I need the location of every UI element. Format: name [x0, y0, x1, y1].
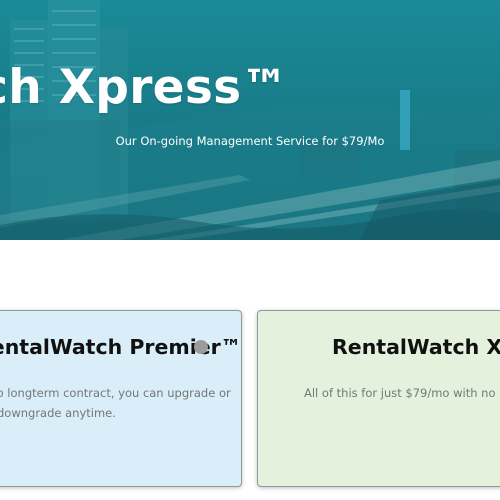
- hero-subtitle: Our On-going Management Service for $79/…: [115, 134, 385, 148]
- page: RentalWatch Xpress™ Our On-going Managem…: [0, 0, 500, 500]
- info-dot-icon[interactable]: [194, 340, 208, 354]
- plan-card-xpress[interactable]: RentalWatch Xpress™ All of this for just…: [257, 310, 500, 487]
- hero-banner: RentalWatch Xpress™ Our On-going Managem…: [0, 0, 500, 240]
- plan-card-premier-text-line1: No longterm contract, you can upgrade or: [0, 386, 231, 400]
- plan-card-xpress-text-line1: All of this for just $79/mo with no long…: [304, 386, 500, 400]
- plan-card-xpress-title: RentalWatch Xpress™: [332, 335, 500, 359]
- hero-title-clip: RentalWatch Xpress™: [0, 0, 500, 240]
- plan-card-premier[interactable]: RentalWatch Premier™ No longterm contrac…: [0, 310, 242, 487]
- hero-title: RentalWatch Xpress™: [0, 60, 289, 115]
- plan-card-premier-text-line2: downgrade anytime.: [0, 406, 116, 420]
